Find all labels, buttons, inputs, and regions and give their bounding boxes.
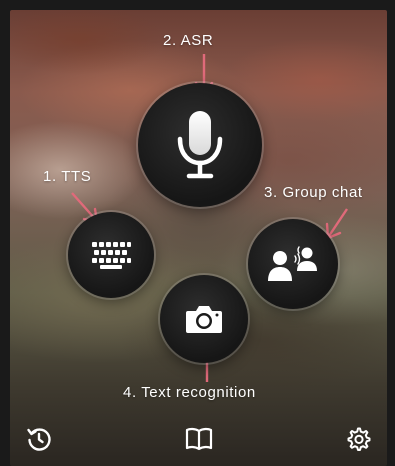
keyboard-icon — [92, 242, 131, 269]
group-chat-annotation: 3. Group chat — [264, 184, 363, 201]
history-button[interactable] — [24, 424, 54, 454]
settings-button[interactable] — [343, 424, 373, 454]
text-recognition-button[interactable] — [160, 275, 248, 363]
tts-annotation: 1. TTS — [43, 168, 92, 185]
camera-icon — [186, 306, 222, 333]
phrasebook-button[interactable] — [184, 424, 214, 454]
asr-annotation: 2. ASR — [163, 32, 214, 49]
text-recognition-annotation: 4. Text recognition — [123, 384, 256, 401]
book-icon — [185, 427, 212, 451]
asr-button[interactable] — [138, 83, 262, 207]
app-screen: 2. ASR 1. TTS 3. Group chat 4. Text reco… — [10, 10, 387, 466]
group-chat-button[interactable] — [248, 219, 338, 309]
microphone-icon — [177, 111, 223, 179]
group-chat-icon — [268, 246, 317, 281]
bottom-toolbar — [10, 412, 387, 466]
settings-icon — [347, 427, 371, 451]
tts-button[interactable] — [68, 212, 154, 298]
history-icon — [27, 428, 51, 451]
